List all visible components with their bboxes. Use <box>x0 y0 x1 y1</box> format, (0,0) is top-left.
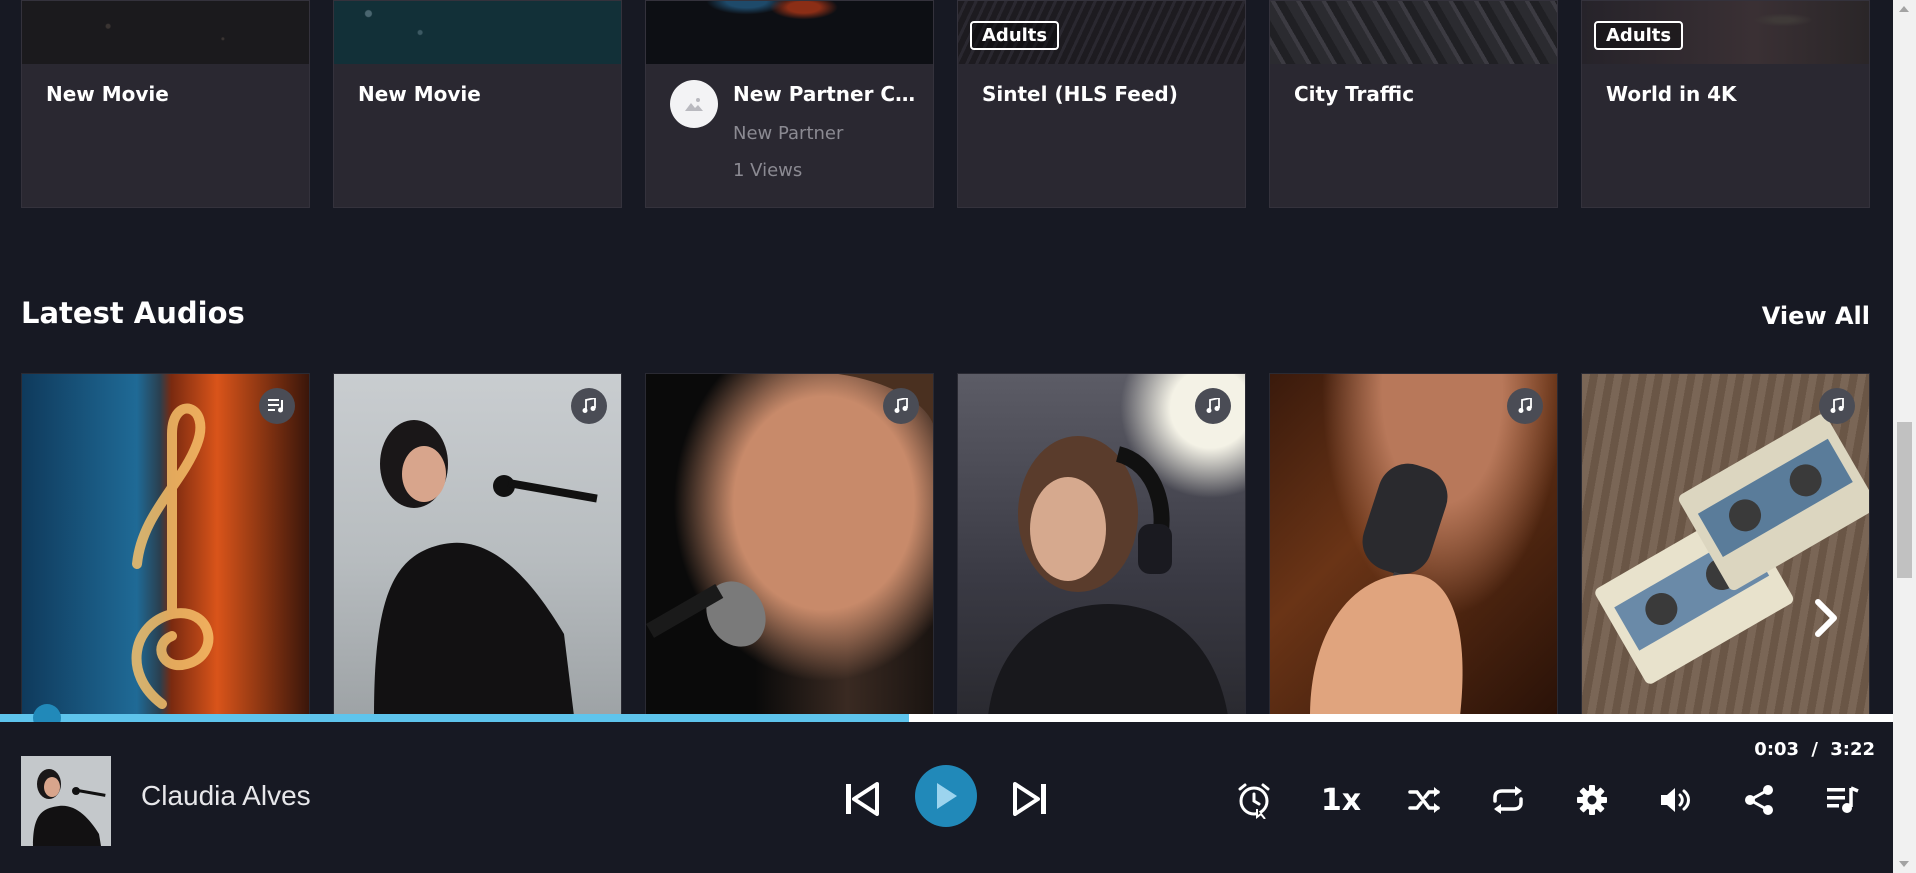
play-button[interactable] <box>915 765 977 827</box>
video-title[interactable]: New Partner Co... <box>733 82 923 106</box>
audio-card[interactable] <box>1269 373 1558 715</box>
playlist-icon <box>259 388 295 424</box>
audio-card[interactable] <box>957 373 1246 715</box>
audio-card[interactable] <box>21 373 310 715</box>
adults-badge: Adults <box>1594 21 1684 50</box>
video-title[interactable]: New Movie <box>358 82 481 106</box>
partner-name[interactable]: New Partner <box>733 123 843 144</box>
repeat-icon <box>1493 786 1523 814</box>
shuffle-button[interactable] <box>1405 780 1445 820</box>
music-note-icon <box>883 388 919 424</box>
audio-card[interactable] <box>333 373 622 715</box>
play-icon <box>937 783 957 809</box>
view-count: 1 Views <box>733 160 803 181</box>
video-title[interactable]: New Movie <box>46 82 169 106</box>
playback-speed-button[interactable]: 1x <box>1318 780 1364 820</box>
gear-icon <box>1577 785 1607 815</box>
time-separator: / <box>1811 739 1818 760</box>
scroll-down-arrow-icon[interactable] <box>1899 861 1909 867</box>
video-card[interactable]: Adults Sintel (HLS Feed) <box>957 0 1246 208</box>
playlist-button[interactable] <box>1823 780 1863 820</box>
music-note-icon <box>571 388 607 424</box>
carousel-next-icon[interactable] <box>1808 590 1844 646</box>
current-time: 0:03 <box>1754 739 1800 760</box>
duration: 3:22 <box>1830 739 1875 760</box>
image-placeholder-icon <box>685 98 703 111</box>
audio-card[interactable] <box>645 373 934 715</box>
progress-bar[interactable] <box>0 714 1893 722</box>
timer-icon <box>1238 783 1270 819</box>
queue-music-icon <box>1827 786 1859 813</box>
section-title: Latest Audios <box>21 296 245 330</box>
track-cover[interactable] <box>21 756 111 846</box>
audio-artwork[interactable] <box>958 374 1245 714</box>
video-card[interactable]: New Movie <box>333 0 622 208</box>
progress-buffered <box>0 714 909 722</box>
scrollbar-thumb[interactable] <box>1897 422 1912 578</box>
video-thumbnail[interactable] <box>22 1 309 64</box>
music-note-icon <box>1507 388 1543 424</box>
video-card[interactable]: Adults World in 4K <box>1581 0 1870 208</box>
time-display: 0:03 / 3:22 <box>1754 739 1875 760</box>
video-thumbnail[interactable] <box>646 1 933 64</box>
volume-icon <box>1661 788 1690 812</box>
repeat-button[interactable] <box>1488 780 1528 820</box>
partner-avatar[interactable] <box>670 80 718 128</box>
skip-next-icon <box>1013 782 1046 816</box>
settings-button[interactable] <box>1572 780 1612 820</box>
audio-card[interactable] <box>1581 373 1870 715</box>
video-title[interactable]: City Traffic <box>1294 82 1414 106</box>
video-thumbnail[interactable] <box>1270 1 1557 64</box>
music-note-icon <box>1819 388 1855 424</box>
share-icon <box>1745 785 1773 815</box>
music-note-icon <box>1195 388 1231 424</box>
audio-artwork[interactable] <box>1582 374 1869 714</box>
next-track-button[interactable] <box>1010 779 1050 819</box>
track-title[interactable]: Claudia Alves <box>141 780 311 812</box>
video-title[interactable]: Sintel (HLS Feed) <box>982 82 1178 106</box>
audio-artwork[interactable] <box>646 374 933 714</box>
sleep-timer-button[interactable] <box>1234 780 1274 820</box>
audio-carousel <box>21 373 1871 715</box>
video-card[interactable]: New Partner Co... New Partner 1 Views <box>645 0 934 208</box>
page-scrollbar[interactable] <box>1893 0 1916 873</box>
scroll-up-arrow-icon[interactable] <box>1899 6 1909 12</box>
volume-button[interactable] <box>1656 780 1696 820</box>
skip-previous-icon <box>846 782 879 816</box>
video-row: New Movie New Movie New Partner Co... Ne… <box>21 0 1871 208</box>
adults-badge: Adults <box>970 21 1060 50</box>
video-title[interactable]: World in 4K <box>1606 82 1737 106</box>
video-card[interactable]: City Traffic <box>1269 0 1558 208</box>
audio-artwork[interactable] <box>334 374 621 714</box>
video-card[interactable]: New Movie <box>21 0 310 208</box>
audio-artwork[interactable] <box>22 374 309 714</box>
previous-track-button[interactable] <box>842 779 882 819</box>
shuffle-icon <box>1408 787 1440 813</box>
view-all-link[interactable]: View All <box>1762 302 1870 330</box>
audio-artwork[interactable] <box>1270 374 1557 714</box>
share-button[interactable] <box>1739 780 1779 820</box>
audio-player: 0:03 / 3:22 Claudia Alves 1x <box>0 722 1893 873</box>
video-thumbnail[interactable] <box>334 1 621 64</box>
